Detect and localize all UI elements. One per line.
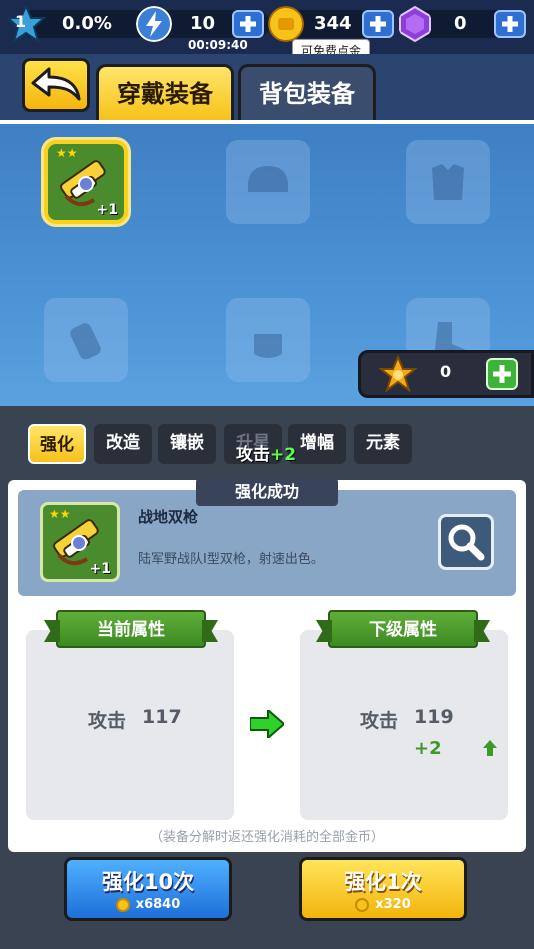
exp-percent: 0.0% [62,13,112,34]
item-stars-icon: ★★ [56,146,78,160]
tab-enhance[interactable]: 强化 [28,424,86,464]
tab-element[interactable]: 元素 [354,424,412,464]
armor-silhouette-icon [432,164,464,200]
current-attrs-ribbon: 当前属性 [56,610,206,648]
inspect-button[interactable] [438,514,494,570]
glove-silhouette-icon [254,334,282,358]
next-attrs-ribbon: 下级属性 [328,610,478,648]
add-gold-button[interactable] [362,10,394,38]
attack-gain-value: +2 [270,445,297,465]
item-level: +1 [89,561,111,577]
equipped-weapon-slot[interactable]: ★★ +1 [44,140,128,224]
tab-inlay[interactable]: 镶嵌 [158,424,216,464]
next-stat-value: 119 [414,706,454,728]
enhance-10-label: 强化10次 [101,870,195,894]
armor-slot[interactable] [406,140,490,224]
success-banner: 强化成功 [196,478,338,506]
gold-coin-icon [268,6,304,42]
bracer-slot[interactable] [44,298,128,382]
back-arrow-icon [31,67,81,101]
current-stat-value: 117 [142,706,182,728]
energy-value: 10 [190,13,216,34]
enhance-1-cost-value: x320 [375,897,411,912]
tab-backpack[interactable]: 背包装备 [238,64,376,120]
tab-equipped[interactable]: 穿戴装备 [96,64,234,120]
enhance-10-cost-value: x6840 [135,897,181,912]
level-number: 1 [15,12,27,31]
enhance-1-button[interactable]: 强化1次 x320 [299,857,467,921]
helmet-slot[interactable] [226,140,310,224]
bracer-silhouette-icon [70,323,101,360]
enhance-1-label: 强化1次 [344,870,422,894]
attack-gain-popup: 攻击+2 [236,440,296,465]
green-up-arrow-icon [483,740,497,756]
glove-slot[interactable] [226,298,310,382]
attack-gain-label: 攻击 [236,445,270,465]
gold-value: 344 [314,13,352,34]
footnote: （装备分解时返还强化消耗的全部金币） [149,830,384,845]
item-name: 战地双枪 [138,508,199,526]
next-stat-bonus: +2 [414,738,442,759]
coin-icon [355,897,370,912]
gem-value: 0 [454,13,467,34]
enhance-1-cost: x320 [302,897,464,912]
current-stat-name: 攻击 [88,710,127,732]
item-level: +1 [96,202,118,218]
green-right-arrow-icon [250,710,284,738]
back-button[interactable] [22,58,90,112]
tab-modify[interactable]: 改造 [94,424,152,464]
add-gem-button[interactable] [494,10,526,38]
energy-timer: 00:09:40 [188,38,248,52]
next-stat-name: 攻击 [360,710,399,732]
coin-icon [115,897,130,912]
gold-star-medal-icon [379,355,417,393]
add-star-button[interactable] [486,358,518,390]
item-icon: ★★ +1 [40,502,120,582]
magnifier-icon [448,524,485,561]
add-energy-button[interactable] [232,10,264,38]
item-description: 陆军野战队Ⅰ型双枪，射速出色。 [138,552,324,567]
item-stars-icon: ★★ [49,507,71,521]
current-attrs-box [26,630,234,820]
next-attrs-box [300,630,508,820]
purple-gem-icon [399,6,431,42]
energy-lightning-icon [136,6,172,42]
tab-amplify[interactable]: 增幅 [288,424,346,464]
helmet-silhouette-icon [248,166,288,192]
enhance-10-cost: x6840 [67,897,229,912]
enhance-10-button[interactable]: 强化10次 x6840 [64,857,232,921]
star-counter-value: 0 [440,362,452,381]
